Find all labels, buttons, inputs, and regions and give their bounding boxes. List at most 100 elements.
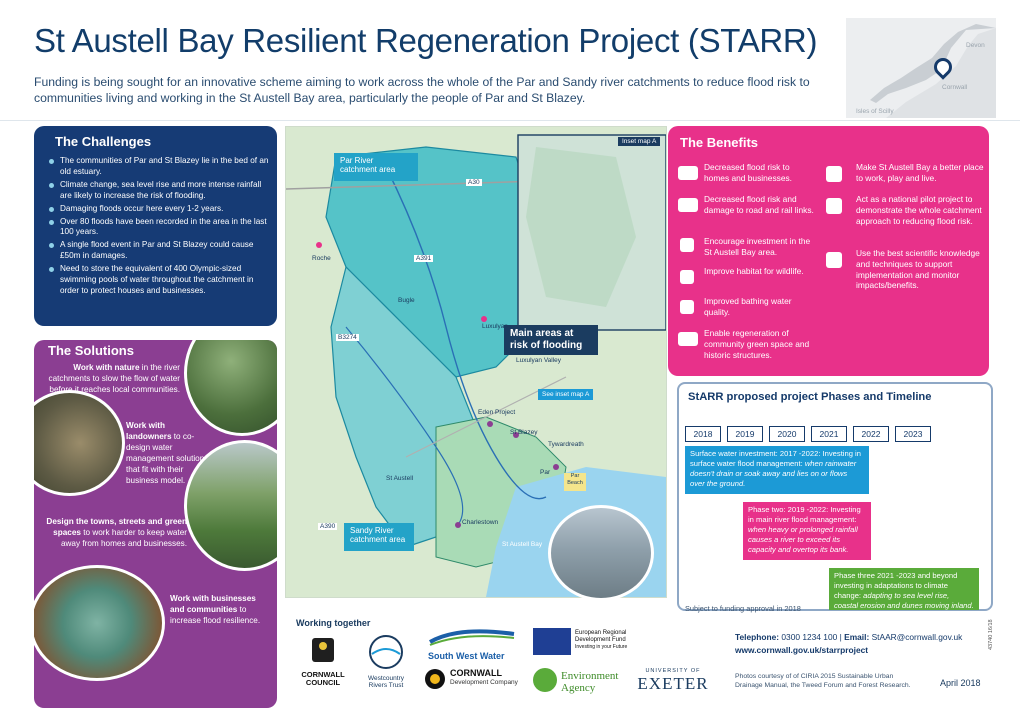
challenge-item: Damaging floods occur here every 1-2 yea…: [46, 204, 272, 215]
water-drop-icon: [680, 300, 694, 314]
ea-line2: Agency: [561, 682, 596, 694]
swwater-text: South West Water: [428, 651, 505, 661]
header-divider: [0, 120, 1020, 121]
place-roche: Roche: [312, 255, 331, 262]
challenge-item: Need to store the equivalent of 400 Olym…: [46, 264, 272, 297]
erdf-line3: Investing in your Future: [575, 644, 628, 650]
place-luxulyan-valley: Luxulyan Valley: [516, 357, 562, 364]
benefit-item: Act as a national pilot project to demon…: [856, 194, 982, 226]
rivers-trust-word: Rivers Trust: [368, 682, 404, 689]
scilly-label: Isles of Scilly: [856, 108, 894, 115]
cornwall-development-logo: CORNWALL Development Company: [424, 666, 524, 696]
benefit-item: Make St Austell Bay a better place to wo…: [856, 162, 984, 183]
page-title: St Austell Bay Resilient Regeneration Pr…: [34, 22, 818, 59]
phase-climate-adaptation: Phase three 2021 -2023 and beyond invest…: [829, 568, 979, 610]
par-river-label: Par River catchment area: [334, 153, 418, 181]
road-b3274: B3274: [336, 334, 359, 341]
wildlife-icon: [680, 270, 694, 284]
year-2020: 2020: [769, 426, 805, 442]
challenge-item: A single flood event in Par and St Blaze…: [46, 240, 272, 262]
sandy-river-label: Sandy River catchment area: [344, 523, 414, 551]
council-word: COUNCIL: [305, 678, 341, 687]
challenges-panel: The Challenges The communities of Par an…: [34, 126, 277, 326]
house-icon: [678, 166, 698, 180]
benefit-item: Enable regeneration of community green s…: [704, 328, 810, 360]
checklist-icon: [826, 166, 842, 182]
cdc-circle-icon: [425, 669, 445, 689]
par-river-catchment: catchment area: [340, 165, 396, 174]
place-luxulyan: Luxulyan: [482, 323, 509, 330]
challenge-item: Climate change, sea level rise and more …: [46, 180, 272, 202]
erdf-text: European Regional Development Fund Inves…: [575, 630, 627, 651]
eu-flag-icon: [533, 628, 571, 655]
challenge-item: The communities of Par and St Blazey lie…: [46, 156, 272, 178]
year-2023: 2023: [895, 426, 931, 442]
benefits-panel: The Benefits Decreased flood risk to hom…: [668, 126, 989, 376]
year-2021: 2021: [811, 426, 847, 442]
place-st-blazey: St Blazey: [510, 429, 538, 436]
place-par-beach: Par Beach: [564, 473, 586, 491]
erdf-line2: Development Fund: [575, 637, 626, 643]
place-charlestown: Charlestown: [462, 519, 499, 526]
benefit-item: Decreased flood risk to homes and busine…: [704, 162, 792, 183]
erdf-line1: European Regional: [575, 630, 627, 636]
website-link[interactable]: www.cornwall.gov.uk/starrproject: [735, 645, 868, 655]
devon-label: Devon: [966, 42, 985, 49]
main-areas-line1: Main areas at: [510, 328, 574, 339]
heritage-icon: [678, 332, 698, 346]
solution-landowners-bold: Work with landowners: [126, 421, 172, 441]
swwater-wave-icon: [429, 629, 515, 646]
sandy-river-catchment: catchment area: [350, 535, 406, 544]
erdf-logo: European Regional Development Fund Inves…: [533, 628, 653, 658]
benefits-heading: The Benefits: [680, 135, 759, 150]
main-areas-line2: risk of flooding: [510, 340, 583, 351]
telephone-number[interactable]: 0300 1234 100: [781, 632, 837, 642]
solutions-panel: The Solutions Work with nature in the ri…: [34, 340, 277, 708]
ea-text: Environment Agency: [561, 670, 618, 694]
solution-towns: Design the towns, streets and green spac…: [42, 516, 187, 549]
contact-line: Telephone: 0300 1234 100 | Email: StAAR@…: [735, 632, 962, 642]
cornwall-outline: [846, 18, 996, 118]
cdc-subword: Development Company: [450, 679, 518, 686]
pilot-icon: [826, 198, 842, 214]
phases-heading: StARR proposed project Phases and Timeli…: [688, 391, 932, 403]
photo-landowners: [34, 390, 125, 496]
road-a30: A30: [466, 179, 482, 186]
contact-separator: |: [839, 632, 842, 642]
year-2018: 2018: [685, 426, 721, 442]
location-map: Devon Cornwall Isles of Scilly: [846, 18, 996, 118]
photo-flooded-car: [548, 505, 654, 601]
benefit-item: Improved bathing water quality.: [704, 296, 792, 317]
solution-communities: Work with businesses and communities to …: [170, 593, 270, 626]
solutions-heading: The Solutions: [48, 343, 134, 358]
cdc-word: CORNWALL: [450, 668, 502, 678]
phase2-italic: when heavy or prolonged rainfall causes …: [748, 525, 858, 554]
email-link[interactable]: StAAR@cornwall.gov.uk: [872, 632, 963, 642]
place-st-austell-bay: St Austell Bay: [502, 541, 543, 548]
sandy-river-name: Sandy River: [350, 526, 394, 535]
phase-surface-water: Surface water investment: 2017 -2022: In…: [685, 446, 869, 494]
photo-credits: Photos courtesy of of CIRIA 2015 Sustain…: [735, 673, 911, 689]
place-eden-project: Eden Project: [478, 409, 516, 416]
year-2022: 2022: [853, 426, 889, 442]
phases-panel: StARR proposed project Phases and Timeli…: [677, 382, 993, 613]
par-river-name: Par River: [340, 156, 374, 165]
environment-agency-logo: Environment Agency: [533, 668, 625, 698]
rivers-trust-icon: [369, 635, 403, 669]
inset-map-label: Inset map A: [618, 137, 661, 146]
crest-icon: [312, 638, 334, 662]
science-icon: [826, 252, 842, 268]
challenges-list: The communities of Par and St Blazey lie…: [46, 156, 272, 299]
exeter-logo: UNIVERSITY OF EXETER: [634, 668, 712, 698]
investment-icon: [680, 238, 694, 252]
phase-main-river: Phase two: 2019 -2022: Investing in main…: [743, 502, 871, 560]
challenge-item: Over 80 floods have been recorded in the…: [46, 217, 272, 239]
see-inset-map-label: See inset map A: [538, 389, 594, 400]
photo-community-model: [34, 565, 165, 681]
benefit-item: Decreased flood risk and damage to road …: [704, 194, 814, 215]
publication-date: April 2018: [940, 678, 981, 688]
document-code: 43740 16/18: [988, 619, 994, 650]
funding-note: Subject to funding approval in 2018: [685, 604, 801, 613]
westcountry-word: Westcountry: [367, 675, 404, 682]
challenges-heading: The Challenges: [55, 134, 152, 149]
